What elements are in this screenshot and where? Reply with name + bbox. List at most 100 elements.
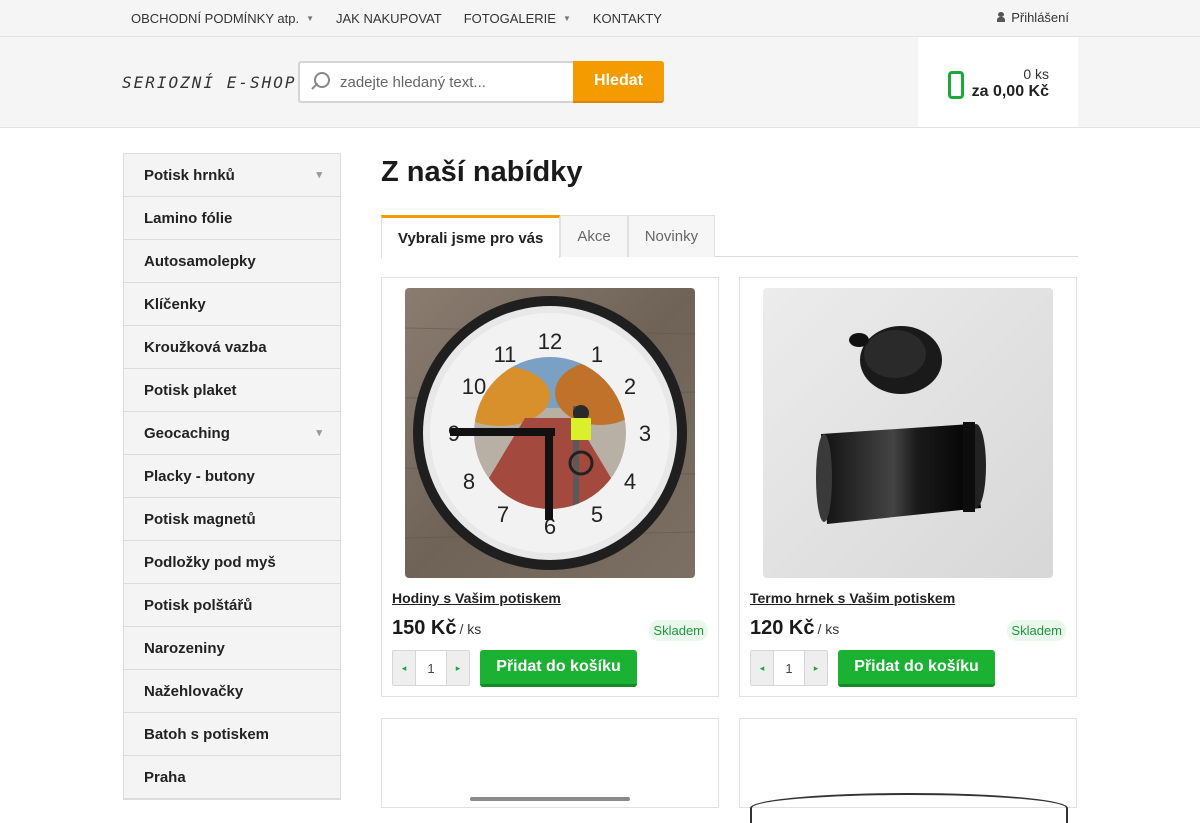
- nav-item-terms[interactable]: OBCHODNÍ PODMÍNKY atp. ▼: [120, 0, 325, 36]
- sidebar-item-batoh-s-potiskem[interactable]: Batoh s potiskem: [124, 713, 340, 756]
- site-logo[interactable]: SERIOZNÍ E-SHOP: [122, 73, 297, 92]
- stock-badge: Skladem: [1007, 620, 1066, 641]
- sidebar-item-label: Lamino fólie: [144, 209, 233, 227]
- add-to-cart-button[interactable]: Přidat do košíku: [838, 650, 995, 687]
- product-card: 1212 345 678 91011 Hodiny s Vašim potisk…: [381, 277, 719, 697]
- svg-text:4: 4: [624, 469, 636, 494]
- sidebar-item-label: Batoh s potiskem: [144, 725, 270, 743]
- sidebar-item-label: Potisk hrnků: [144, 166, 235, 184]
- quantity-stepper: ◂ 1 ▸: [750, 650, 828, 686]
- wall-clock-photo: 1212 345 678 91011: [405, 288, 695, 578]
- nav-item-contacts[interactable]: KONTAKTY: [582, 0, 673, 36]
- product-card: [381, 718, 719, 808]
- sidebar-item-label: Potisk polštářů: [144, 596, 253, 614]
- svg-text:3: 3: [639, 421, 651, 446]
- top-navigation-bar: OBCHODNÍ PODMÍNKY atp. ▼ JAK NAKUPOVAT F…: [0, 0, 1200, 37]
- svg-text:1: 1: [591, 342, 603, 367]
- sidebar-item-krouzkova-vazba[interactable]: Kroužková vazba: [124, 326, 340, 369]
- sidebar-item-potisk-hrnku[interactable]: Potisk hrnků ▾: [124, 154, 340, 197]
- sidebar-item-label: Praha: [144, 768, 186, 786]
- price-value: 150 Kč: [392, 617, 457, 639]
- plus-icon[interactable]: ▸: [805, 651, 827, 685]
- tab-novinky[interactable]: Novinky: [627, 215, 716, 257]
- sidebar-item-klicenky[interactable]: Klíčenky: [124, 283, 340, 326]
- product-image-partial[interactable]: [470, 797, 630, 801]
- sidebar-item-label: Nažehlovačky: [144, 682, 244, 700]
- add-to-cart-button[interactable]: Přidat do košíku: [480, 650, 637, 687]
- magnifier-icon: [310, 72, 330, 92]
- sidebar-item-label: Geocaching: [144, 424, 230, 442]
- cart-total: za 0,00 Kč: [971, 83, 1049, 100]
- svg-text:7: 7: [497, 502, 509, 527]
- cart-quantity: 0 ks: [1023, 66, 1049, 82]
- product-name[interactable]: Termo hrnek s Vašim potiskem: [750, 590, 955, 606]
- site-header: SERIOZNÍ E-SHOP Hledat 0 ks za 0,00 Kč: [0, 37, 1200, 128]
- svg-text:5: 5: [591, 502, 603, 527]
- svg-text:10: 10: [462, 374, 486, 399]
- product-image-clock[interactable]: 1212 345 678 91011: [405, 288, 695, 578]
- page-title: Z naší nabídky: [381, 156, 583, 188]
- sidebar-item-lamino-folie[interactable]: Lamino fólie: [124, 197, 340, 240]
- category-sidebar: Potisk hrnků ▾ Lamino fólie Autosamolepky…: [123, 153, 341, 800]
- search-box: [298, 61, 573, 103]
- sidebar-item-label: Autosamolepky: [144, 252, 256, 270]
- sidebar-item-potisk-magnetu[interactable]: Potisk magnetů: [124, 498, 340, 541]
- quantity-input[interactable]: 1: [773, 651, 805, 685]
- chevron-down-icon[interactable]: ▾: [316, 168, 322, 181]
- product-tabs: Vybrali jsme pro vás Akce Novinky: [381, 215, 1078, 258]
- search-input[interactable]: [340, 73, 560, 91]
- login-label: Přihlášení: [1011, 9, 1069, 25]
- tab-vybrali-jsme[interactable]: Vybrali jsme pro vás: [381, 215, 561, 258]
- sidebar-item-label: Potisk plaket: [144, 381, 237, 399]
- sidebar-item-label: Narozeniny: [144, 639, 225, 657]
- sidebar-item-narozeniny[interactable]: Narozeniny: [124, 627, 340, 670]
- minus-icon[interactable]: ◂: [751, 651, 773, 685]
- sidebar-item-potisk-plaket[interactable]: Potisk plaket: [124, 369, 340, 412]
- product-name[interactable]: Hodiny s Vašim potiskem: [392, 590, 561, 606]
- sidebar-item-placky-butony[interactable]: Placky - butony: [124, 455, 340, 498]
- plus-icon[interactable]: ▸: [447, 651, 469, 685]
- user-icon: [997, 12, 1006, 22]
- product-image-partial[interactable]: [750, 793, 1068, 823]
- product-card: Termo hrnek s Vašim potiskem 120 Kč / ks …: [739, 277, 1077, 697]
- search-button[interactable]: Hledat: [573, 61, 664, 103]
- minus-icon[interactable]: ◂: [393, 651, 415, 685]
- cart-icon: [946, 67, 964, 99]
- nav-item-how-to-buy[interactable]: JAK NAKUPOVAT: [325, 0, 453, 36]
- price-value: 120 Kč: [750, 617, 815, 639]
- tab-akce[interactable]: Akce: [560, 215, 628, 257]
- top-nav-menu: OBCHODNÍ PODMÍNKY atp. ▼ JAK NAKUPOVAT F…: [120, 0, 673, 36]
- sidebar-item-praha[interactable]: Praha: [124, 756, 340, 799]
- nav-item-label: OBCHODNÍ PODMÍNKY atp.: [131, 10, 300, 26]
- product-image-mug[interactable]: [763, 288, 1053, 578]
- sidebar-item-geocaching[interactable]: Geocaching ▾: [124, 412, 340, 455]
- product-price: 120 Kč / ks: [750, 617, 839, 640]
- sidebar-item-label: Placky - butony: [144, 467, 255, 485]
- nav-item-label: JAK NAKUPOVAT: [336, 10, 442, 26]
- svg-text:8: 8: [463, 469, 475, 494]
- search-form: Hledat: [298, 61, 664, 103]
- svg-text:2: 2: [624, 374, 636, 399]
- sidebar-item-potisk-polstaru[interactable]: Potisk polštářů: [124, 584, 340, 627]
- chevron-down-icon[interactable]: ▾: [316, 426, 322, 439]
- sidebar-item-podlozky-pod-mys[interactable]: Podložky pod myš: [124, 541, 340, 584]
- product-price: 150 Kč / ks: [392, 617, 481, 640]
- price-unit: / ks: [817, 621, 840, 637]
- caret-down-icon: ▼: [562, 13, 571, 23]
- stock-badge: Skladem: [649, 620, 708, 641]
- svg-text:12: 12: [538, 329, 562, 354]
- cart-widget[interactable]: 0 ks za 0,00 Kč: [918, 37, 1078, 127]
- product-card: [739, 718, 1077, 823]
- nav-item-label: KONTAKTY: [592, 10, 662, 26]
- sidebar-item-nazehlovacky[interactable]: Nažehlovačky: [124, 670, 340, 713]
- sidebar-item-label: Klíčenky: [144, 295, 206, 313]
- quantity-stepper: ◂ 1 ▸: [392, 650, 470, 686]
- sidebar-item-label: Kroužková vazba: [144, 338, 267, 356]
- sidebar-item-autosamolepky[interactable]: Autosamolepky: [124, 240, 340, 283]
- thermo-mug-photo: [763, 288, 1053, 578]
- nav-item-photo-gallery[interactable]: FOTOGALERIE ▼: [453, 0, 582, 36]
- login-link[interactable]: Přihlášení: [997, 0, 1069, 34]
- sidebar-item-label: Potisk magnetů: [144, 510, 256, 528]
- quantity-input[interactable]: 1: [415, 651, 447, 685]
- price-unit: / ks: [459, 621, 482, 637]
